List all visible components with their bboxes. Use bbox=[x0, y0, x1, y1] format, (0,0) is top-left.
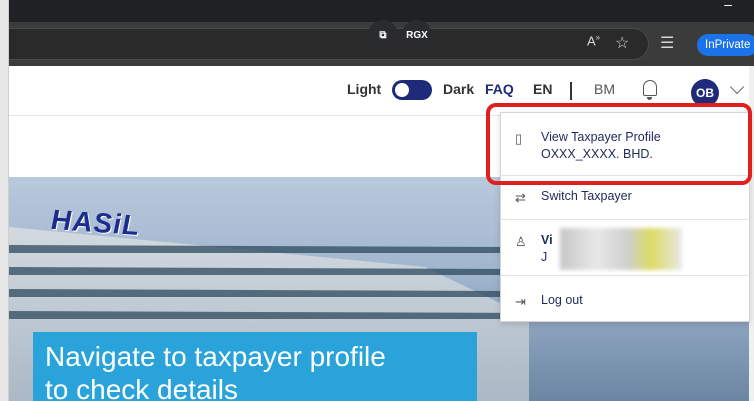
language-bm[interactable]: BM bbox=[594, 81, 615, 97]
switch-taxpayer-item[interactable]: ⇄ Switch Taxpayer bbox=[501, 189, 749, 205]
language-separator bbox=[570, 82, 572, 100]
logout-item[interactable]: ⇥ Log out bbox=[501, 293, 749, 309]
inprivate-badge[interactable]: InPrivate bbox=[697, 34, 754, 56]
menu-divider bbox=[501, 219, 749, 220]
picture-in-picture-icon[interactable]: ⧉ bbox=[368, 20, 398, 50]
hero-cta-line1: Navigate to taxpayer profile bbox=[45, 341, 386, 372]
language-en[interactable]: EN bbox=[533, 81, 552, 97]
building-window-band bbox=[9, 245, 509, 253]
floating-toolbar: ⧉ RGX bbox=[368, 20, 432, 56]
building-window-band bbox=[9, 267, 519, 275]
browser-title-bar: – bbox=[9, 0, 754, 22]
faq-link[interactable]: FAQ bbox=[485, 81, 514, 97]
minimize-icon[interactable]: – bbox=[724, 0, 732, 12]
rgx-button[interactable]: RGX bbox=[402, 20, 432, 50]
logout-label: Log out bbox=[541, 293, 583, 307]
screenshot-frame: – A» ☆ ☰ InPrivate ⧉ RGX Light Dark FAQ … bbox=[0, 0, 754, 401]
toggle-knob bbox=[395, 83, 409, 97]
favorites-list-icon[interactable]: ☰ bbox=[660, 33, 674, 53]
privacy-blur bbox=[560, 228, 682, 270]
notification-bell-icon[interactable] bbox=[643, 80, 657, 100]
hasil-logo: HASiL bbox=[51, 203, 140, 242]
left-window-edge bbox=[0, 0, 9, 401]
switch-arrows-icon: ⇄ bbox=[515, 190, 526, 205]
favorite-star-icon[interactable]: ☆ bbox=[615, 33, 629, 53]
theme-toggle[interactable] bbox=[392, 80, 432, 100]
theme-dark-label: Dark bbox=[443, 81, 475, 97]
person-icon: ♙ bbox=[515, 234, 527, 249]
chevron-down-icon[interactable] bbox=[729, 79, 745, 95]
switch-taxpayer-label: Switch Taxpayer bbox=[541, 189, 632, 203]
highlight-annotation bbox=[486, 103, 752, 185]
hero-cta-line2: to check details bbox=[45, 374, 238, 401]
url-field[interactable] bbox=[9, 28, 649, 60]
hero-cta-box: Navigate to taxpayer profile to check de… bbox=[33, 332, 477, 401]
menu-divider bbox=[501, 275, 749, 276]
theme-light-label: Light bbox=[347, 81, 382, 97]
logout-icon: ⇥ bbox=[515, 294, 526, 309]
read-aloud-icon[interactable]: A» bbox=[587, 33, 600, 48]
